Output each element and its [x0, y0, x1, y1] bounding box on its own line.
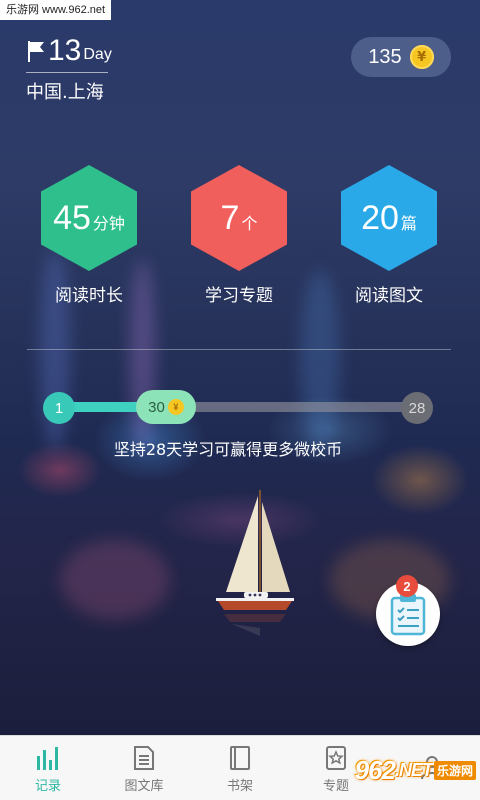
progress-message: 坚持28天学习可赢得更多微校币 — [113, 440, 343, 459]
coin-icon: ¥ — [409, 45, 434, 69]
progress-end-node: 28 — [401, 392, 433, 424]
stat-label: 阅读图文 — [355, 286, 423, 306]
hexagon-badge: 45 分钟 — [41, 165, 137, 271]
coin-balance-button[interactable]: 135 ¥ — [351, 37, 451, 77]
progress-current-value: 30 — [148, 398, 165, 416]
progress-current-node: 30 ¥ — [136, 390, 196, 424]
stat-value: 45 — [53, 198, 91, 237]
hexagon-badge: 7 个 — [191, 165, 287, 271]
notification-badge: 2 — [396, 575, 418, 597]
progress-start-node: 1 — [43, 392, 75, 424]
watermark-suffix: .NET — [394, 759, 433, 780]
stat-label: 阅读时长 — [55, 286, 123, 306]
stat-reading-time[interactable]: 45 分钟 阅读时长 — [34, 165, 144, 306]
document-icon — [134, 745, 154, 770]
sailboat-illustration — [216, 490, 294, 636]
flag-icon — [28, 41, 44, 62]
divider — [27, 349, 451, 350]
nav-item-bookshelf[interactable]: 书架 — [192, 736, 288, 800]
watermark-sub: 乐游网 — [433, 760, 476, 780]
nav-item-records[interactable]: 记录 — [0, 736, 96, 800]
day-number: 13 — [48, 34, 82, 67]
stat-value: 7 — [220, 198, 240, 237]
nav-label: 书架 — [226, 778, 253, 794]
stat-study-topics[interactable]: 7 个 学习专题 — [184, 165, 294, 306]
bar-chart-icon — [37, 746, 58, 770]
day-unit: Day — [83, 46, 112, 63]
day-underline — [26, 72, 108, 73]
stat-label: 学习专题 — [205, 286, 273, 306]
stat-unit: 篇 — [400, 214, 417, 233]
nav-label: 记录 — [34, 778, 61, 794]
stat-value: 20 — [361, 198, 399, 237]
coin-icon: ¥ — [167, 399, 184, 415]
book-icon — [230, 745, 250, 770]
stat-articles-read[interactable]: 20 篇 阅读图文 — [334, 165, 444, 306]
hexagon-badge: 20 篇 — [341, 165, 437, 271]
watermark-logo: 962 — [354, 754, 396, 785]
coin-count: 135 — [368, 45, 402, 68]
watermark-top: 乐游网 www.962.net — [0, 0, 112, 20]
clipboard-icon — [390, 594, 426, 636]
stat-unit: 个 — [241, 214, 258, 233]
nav-item-library[interactable]: 图文库 — [96, 736, 192, 800]
location-label: 中国.上海 — [26, 82, 104, 103]
watermark-bottom: 962 .NET 乐游网 — [336, 744, 476, 796]
day-counter: 13 Day 中国.上海 — [26, 36, 112, 104]
stat-unit: 分钟 — [92, 214, 125, 233]
nav-label: 图文库 — [124, 778, 164, 794]
